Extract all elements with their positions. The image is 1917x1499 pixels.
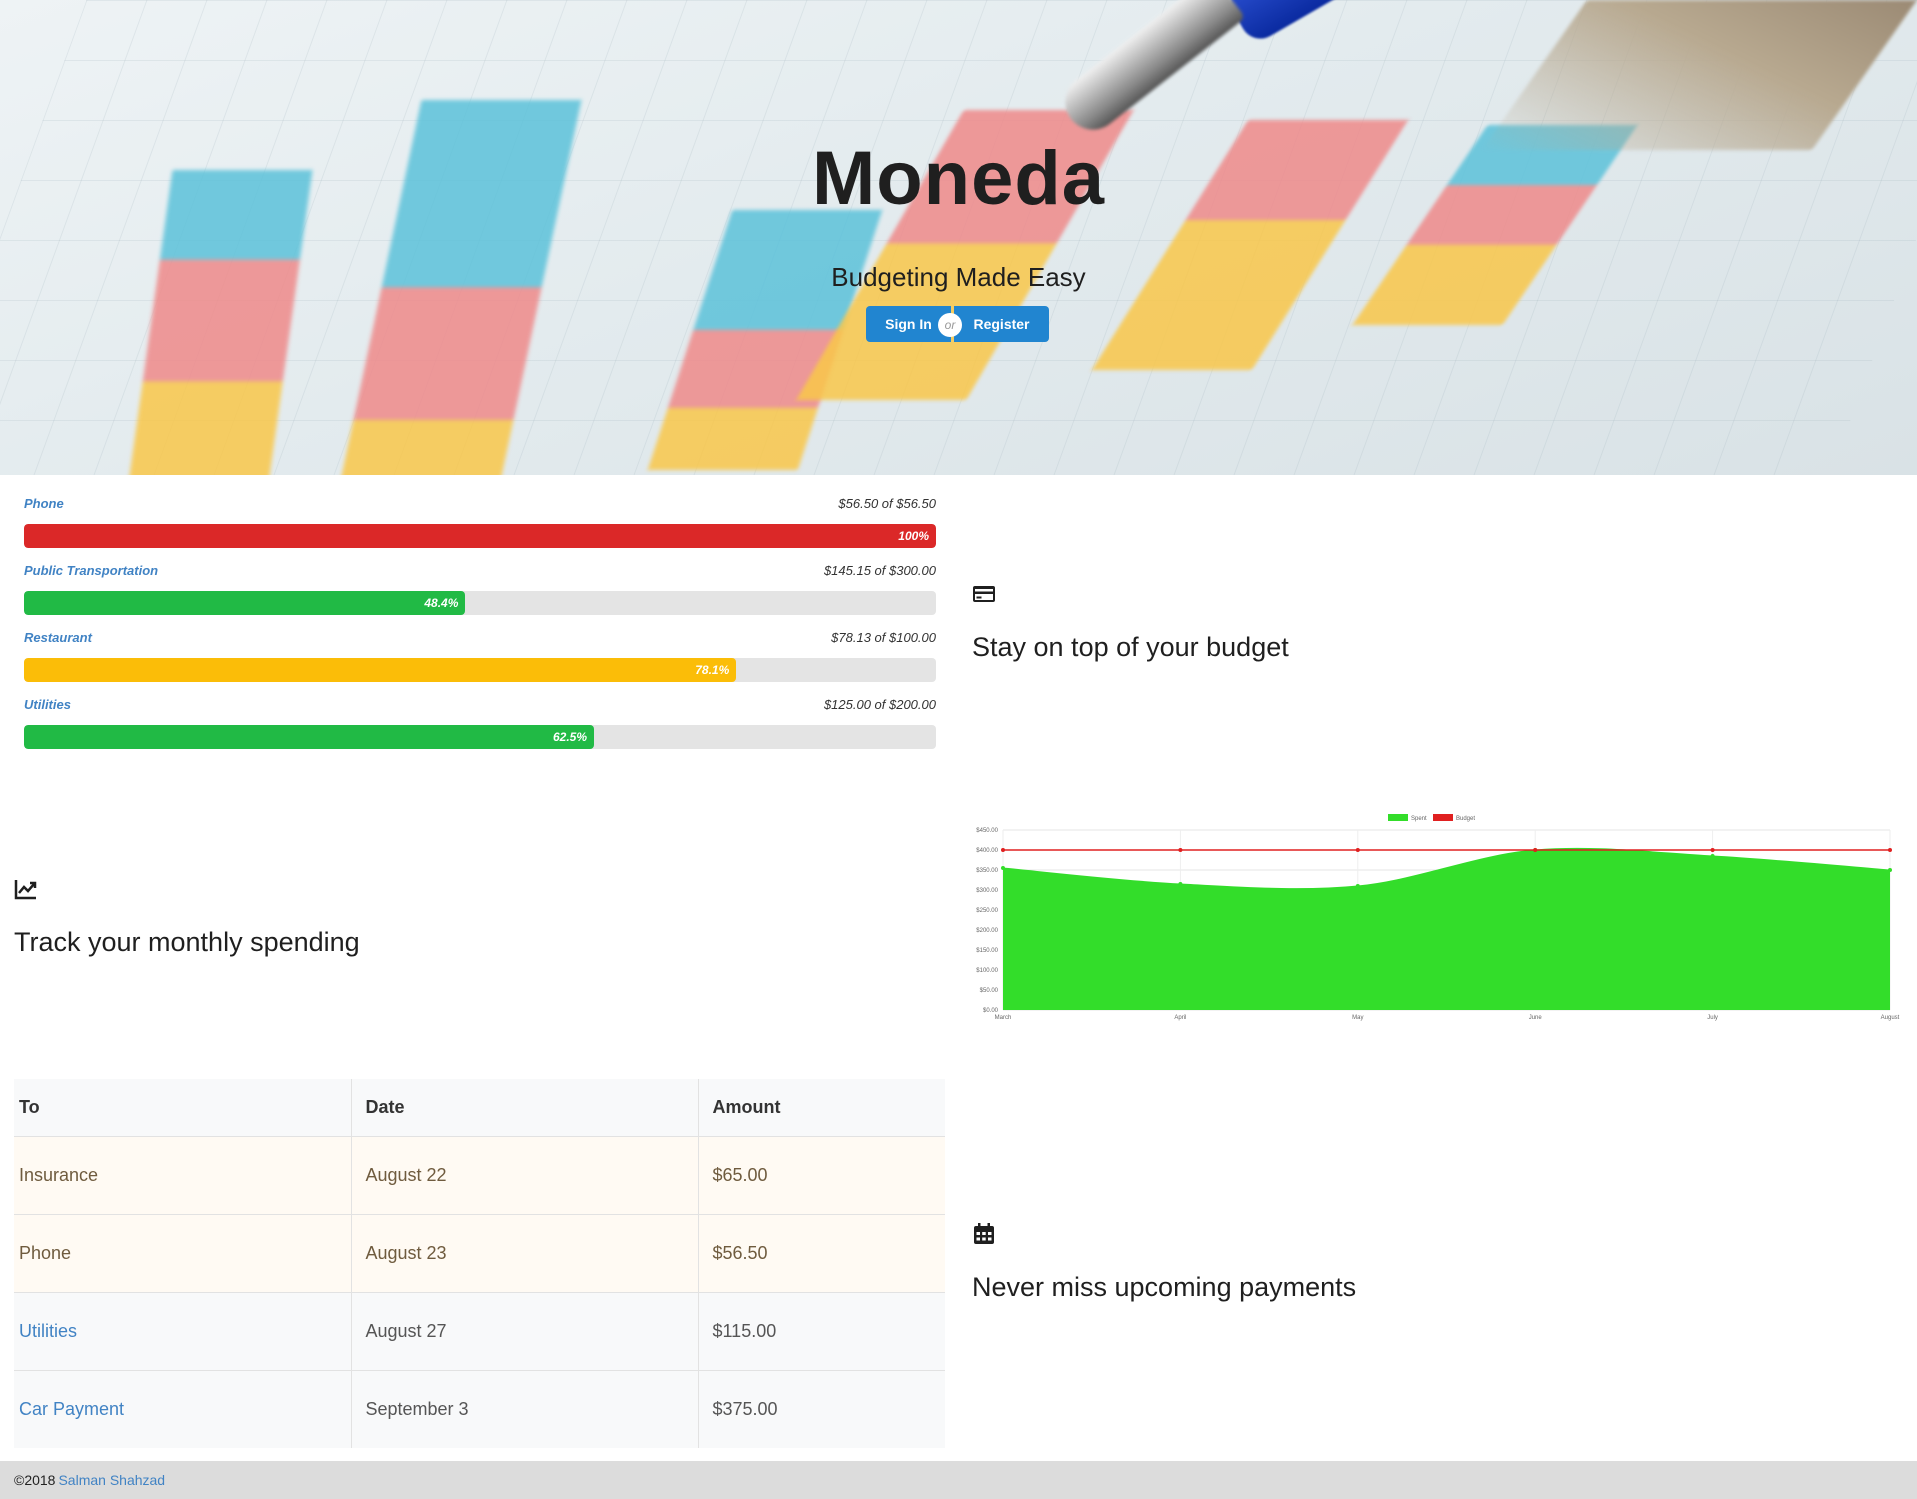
chart-legend-swatch: [1433, 814, 1453, 821]
budget-item: Phone $56.50 of $56.50 100%: [24, 490, 936, 557]
chart-point-spent: [1710, 854, 1715, 858]
budget-progress-fill: 48.4%: [24, 591, 466, 615]
calendar-icon: [974, 1223, 994, 1244]
payment-amount: $56.50: [697, 1213, 945, 1292]
auth-button-group: Sign In Register or: [866, 306, 1049, 342]
chart-point-spent: [1001, 866, 1005, 870]
chart-x-tick-label: March: [995, 1015, 1012, 1021]
column-header-to: To: [14, 1079, 351, 1137]
chart-x-tick-label: July: [1707, 1015, 1718, 1021]
chart-y-tick-label: $50.00: [980, 988, 999, 994]
chart-series-spent-area: [1003, 848, 1890, 1010]
budget-progress-list: Phone $56.50 of $56.50 100% Public Transpor…: [24, 490, 936, 758]
chart-point-spent: [1888, 868, 1892, 872]
chart-legend-swatch: [1388, 814, 1408, 821]
table-row: Phone August 23 $56.50: [14, 1213, 945, 1292]
budget-item-amount: $78.13 of $100.00: [831, 630, 936, 645]
page-footer: ©2018 Salman Shahzad: [0, 1461, 1917, 1499]
feature-budget: Stay on top of your budget: [972, 582, 1289, 663]
chart-y-tick-label: $250.00: [976, 908, 998, 914]
budget-progress-fill: 78.1%: [24, 658, 737, 682]
chart-y-tick-label: $200.00: [976, 928, 998, 934]
chart-x-tick-label: April: [1174, 1015, 1186, 1021]
feature-budget-title: Stay on top of your budget: [972, 632, 1289, 662]
copyright-text: ©2018: [14, 1472, 56, 1488]
payment-recipient-link[interactable]: Phone: [14, 1213, 351, 1292]
budget-progress-track: 78.1%: [24, 658, 936, 682]
budget-progress-track: 100%: [24, 524, 936, 548]
budget-item-name[interactable]: Restaurant: [24, 630, 92, 645]
budget-progress-fill: 100%: [24, 524, 936, 548]
spending-chart: $0.00 $50.00 $100.00 $150.00 $200.00 $250.00 $…: [976, 814, 1900, 1021]
chart-y-tick-label: $150.00: [976, 948, 998, 954]
chart-point-spent: [1178, 882, 1183, 886]
chart-y-tick-label: $350.00: [976, 868, 998, 874]
budget-item: Public Transportation $145.15 of $300.00 4…: [24, 557, 936, 624]
chart-y-tick-label: $100.00: [976, 968, 998, 974]
budget-item-name[interactable]: Phone: [24, 496, 64, 511]
payment-recipient-link[interactable]: Utilities: [14, 1291, 351, 1370]
chart-point-spent: [1355, 884, 1360, 888]
column-header-date: Date: [350, 1079, 698, 1137]
chart-point-budget: [1355, 848, 1360, 852]
table-header-row: To Date Amount: [14, 1079, 945, 1137]
chart-y-tick-label: $450.00: [976, 828, 998, 834]
payment-amount: $375.00: [697, 1369, 945, 1448]
table-row: Car Payment September 3 $375.00: [14, 1369, 945, 1448]
chart-y-tick-label: $400.00: [976, 848, 998, 854]
payment-date: August 27: [350, 1291, 698, 1370]
chart-point-budget: [1710, 848, 1715, 852]
feature-spending: Track your monthly spending: [14, 877, 360, 958]
chart-point-budget: [1178, 848, 1183, 852]
table-row: Insurance August 22 $65.00: [14, 1135, 945, 1214]
hero-banner: Moneda Budgeting Made Easy Sign In Regis…: [0, 0, 1917, 475]
author-link[interactable]: Salman Shahzad: [58, 1472, 165, 1488]
table-row: Utilities August 27 $115.00: [14, 1291, 945, 1370]
feature-payments: Never miss upcoming payments: [972, 1222, 1356, 1303]
payment-date: September 3: [350, 1369, 698, 1448]
chart-point-budget: [1001, 848, 1005, 852]
budget-item-amount: $56.50 of $56.50: [838, 496, 936, 511]
payment-date: August 23: [350, 1213, 698, 1292]
chart-y-tick-label: $0.00: [983, 1008, 999, 1014]
feature-spending-title: Track your monthly spending: [14, 927, 360, 957]
line-chart-icon: [14, 880, 37, 900]
budget-progress-track: 62.5%: [24, 725, 936, 749]
chart-legend-label: Spent: [1411, 816, 1427, 822]
app-title: Moneda: [811, 136, 1106, 221]
column-header-amount: Amount: [697, 1079, 945, 1137]
payment-amount: $65.00: [697, 1135, 945, 1214]
chart-point-budget: [1888, 848, 1892, 852]
credit-card-icon: [973, 586, 995, 602]
or-divider: or: [938, 313, 962, 337]
upcoming-payments-table: To Date Amount Insurance August 22 $65.00 P…: [14, 1079, 945, 1448]
chart-y-tick-label: $300.00: [976, 888, 998, 894]
feature-payments-title: Never miss upcoming payments: [972, 1272, 1357, 1302]
chart-legend-label: Budget: [1456, 816, 1475, 822]
chart-x-tick-label: June: [1529, 1015, 1543, 1021]
payment-amount: $115.00: [697, 1291, 945, 1370]
register-button[interactable]: Register: [954, 306, 1049, 342]
budget-item: Utilities $125.00 of $200.00 62.5%: [24, 691, 936, 758]
payment-date: August 22: [350, 1135, 698, 1214]
budget-item-amount: $125.00 of $200.00: [823, 697, 936, 712]
budget-item-name[interactable]: Utilities: [24, 697, 71, 712]
budget-progress-track: 48.4%: [24, 591, 936, 615]
payment-recipient-link[interactable]: Car Payment: [14, 1369, 351, 1448]
budget-item: Restaurant $78.13 of $100.00 78.1%: [24, 624, 936, 691]
chart-point-budget: [1533, 848, 1538, 852]
payment-recipient-link[interactable]: Insurance: [14, 1135, 351, 1214]
budget-progress-fill: 62.5%: [24, 725, 594, 749]
app-tagline: Budgeting Made Easy: [831, 262, 1086, 292]
chart-x-tick-label: August: [1881, 1015, 1900, 1021]
budget-item-name[interactable]: Public Transportation: [24, 563, 158, 578]
chart-x-tick-label: May: [1352, 1015, 1363, 1021]
budget-item-amount: $145.15 of $300.00: [823, 563, 936, 578]
